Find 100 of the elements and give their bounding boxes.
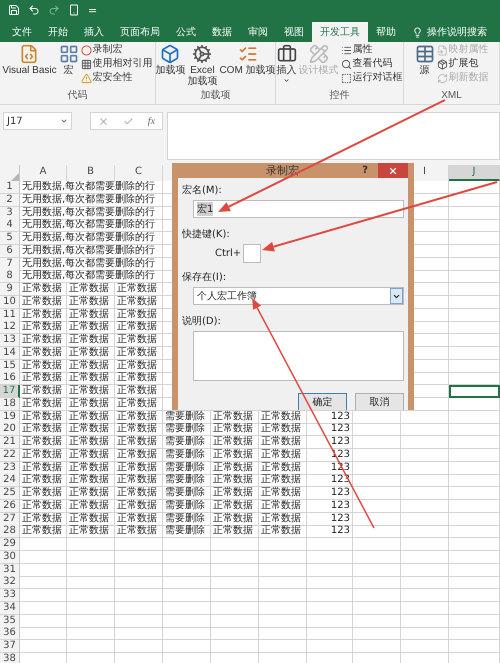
row-header[interactable]: 29	[0, 538, 20, 551]
row-header[interactable]: 36	[0, 627, 20, 640]
ribbon-button[interactable]: 加载项	[155, 65, 186, 76]
ribbon-button[interactable]: COM 加载项	[219, 65, 276, 76]
ribbon-button[interactable]: 查看代码	[340, 58, 402, 70]
table-cell: 正常数据	[115, 283, 163, 296]
ribbon-button[interactable]: Visual Basic	[2, 65, 57, 76]
table-cell: 无用数据,每次都需要删除的行	[20, 244, 163, 258]
save-icon[interactable]	[8, 4, 20, 16]
ribbon-tab[interactable]: 数据	[204, 22, 240, 42]
table-cell: 无用数据,每次都需要删除的行	[20, 232, 163, 245]
table-cell: 正常数据	[115, 372, 163, 386]
row-header[interactable]: 7	[0, 258, 20, 270]
row-header[interactable]: 1	[0, 181, 20, 194]
row-header[interactable]: 10	[0, 296, 20, 309]
ribbon-tab[interactable]: 插入	[76, 22, 112, 42]
ribbon-tab[interactable]: 文件	[4, 22, 40, 42]
insert-function-button[interactable]: fx	[148, 116, 156, 126]
ribbon-tab[interactable]: 帮助	[368, 22, 404, 42]
close-button[interactable]	[378, 163, 408, 178]
touch-mode-icon[interactable]	[68, 4, 80, 16]
formula-input[interactable]	[167, 112, 500, 160]
row-header[interactable]: 3	[0, 206, 20, 220]
row-header[interactable]: 17	[0, 385, 20, 398]
row-header[interactable]: 27	[0, 512, 20, 526]
row-header[interactable]: 22	[0, 448, 20, 462]
table-cell: 正常数据	[211, 487, 259, 500]
row-header[interactable]: 19	[0, 410, 20, 424]
check-icon[interactable]	[122, 116, 134, 126]
selected-cell[interactable]	[449, 385, 500, 398]
empty-cell	[163, 564, 211, 576]
column-header[interactable]: J	[449, 165, 500, 181]
ribbon-tab[interactable]: 视图	[276, 22, 312, 42]
row-header[interactable]: 20	[0, 423, 20, 436]
name-box[interactable]: J17	[3, 112, 72, 130]
row-header[interactable]: 33	[0, 589, 20, 602]
dialog-button[interactable]: 取消	[355, 393, 404, 410]
dropdown[interactable]: 个人宏工作簿	[193, 287, 404, 305]
row-header[interactable]: 24	[0, 474, 20, 488]
dialog-button[interactable]: 确定	[298, 393, 347, 410]
ribbon-button[interactable]: 宏	[64, 65, 74, 76]
column-header[interactable]: B	[67, 165, 115, 181]
ribbon-button[interactable]: 运行对话框	[340, 72, 402, 84]
redo-icon[interactable]	[48, 4, 60, 16]
row-header[interactable]: 11	[0, 308, 20, 322]
row-header[interactable]: 32	[0, 576, 20, 590]
table-cell: 正常数据	[211, 500, 259, 513]
row-header[interactable]: 9	[0, 283, 20, 296]
empty-cell	[115, 550, 163, 564]
column-header[interactable]: C	[115, 165, 163, 181]
help-button[interactable]: ?	[362, 165, 368, 176]
ribbon-button[interactable]: 录制宏	[80, 44, 153, 56]
ribbon-button[interactable]: 扩展包	[436, 58, 488, 70]
row-header[interactable]: 25	[0, 487, 20, 500]
ribbon-tab[interactable]: 审阅	[240, 22, 276, 42]
ribbon-button[interactable]: 源	[420, 65, 430, 76]
ribbon-tab[interactable]: 开始	[40, 22, 76, 42]
row-header[interactable]: 21	[0, 436, 20, 449]
row-header[interactable]: 28	[0, 525, 20, 538]
row-header[interactable]: 6	[0, 244, 20, 258]
ribbon-button[interactable]: 宏安全性	[80, 72, 153, 84]
row-header[interactable]: 38	[0, 652, 20, 663]
ribbon-tab[interactable]: 开发工具	[312, 22, 368, 42]
empty-cell	[115, 538, 163, 551]
row-header[interactable]: 35	[0, 614, 20, 628]
customize-button[interactable]: =	[88, 4, 98, 16]
ribbon-tab[interactable]: 公式	[168, 22, 204, 42]
ribbon-button[interactable]: 属性	[340, 44, 402, 56]
ribbon-button[interactable]: 插入	[276, 65, 296, 76]
row-header[interactable]: 18	[0, 398, 20, 411]
search-tab[interactable]: 操作说明搜索	[404, 22, 495, 42]
row-header[interactable]: 34	[0, 602, 20, 615]
row-header[interactable]: 12	[0, 321, 20, 334]
input-field[interactable]	[243, 244, 262, 263]
undo-icon[interactable]	[28, 4, 40, 16]
table-cell: 123	[307, 500, 353, 513]
empty-cell	[449, 564, 500, 576]
column-header[interactable]: A	[20, 165, 67, 181]
row-header[interactable]: 8	[0, 270, 20, 284]
empty-cell	[353, 462, 401, 474]
text-area[interactable]	[193, 331, 404, 381]
row-header[interactable]: 23	[0, 462, 20, 474]
row-header[interactable]: 31	[0, 564, 20, 576]
row-header[interactable]: 37	[0, 640, 20, 653]
row-header[interactable]: 30	[0, 550, 20, 564]
row-header[interactable]: 26	[0, 500, 20, 513]
ribbon-tab[interactable]: 页面布局	[112, 22, 168, 42]
row-header[interactable]: 13	[0, 334, 20, 347]
empty-cell	[449, 334, 500, 347]
ribbon-button[interactable]: 使用相对引用	[80, 58, 153, 70]
input-field[interactable]: 宏1	[193, 200, 404, 218]
row-header[interactable]: 2	[0, 194, 20, 207]
row-header[interactable]: 15	[0, 360, 20, 372]
row-header[interactable]: 4	[0, 219, 20, 232]
table-cell: 正常数据	[67, 436, 115, 449]
ribbon-button[interactable]: Excel 加载项	[187, 65, 218, 87]
row-header[interactable]: 14	[0, 346, 20, 360]
cancel-icon[interactable]	[98, 116, 109, 126]
row-header[interactable]: 5	[0, 232, 20, 245]
row-header[interactable]: 16	[0, 372, 20, 386]
